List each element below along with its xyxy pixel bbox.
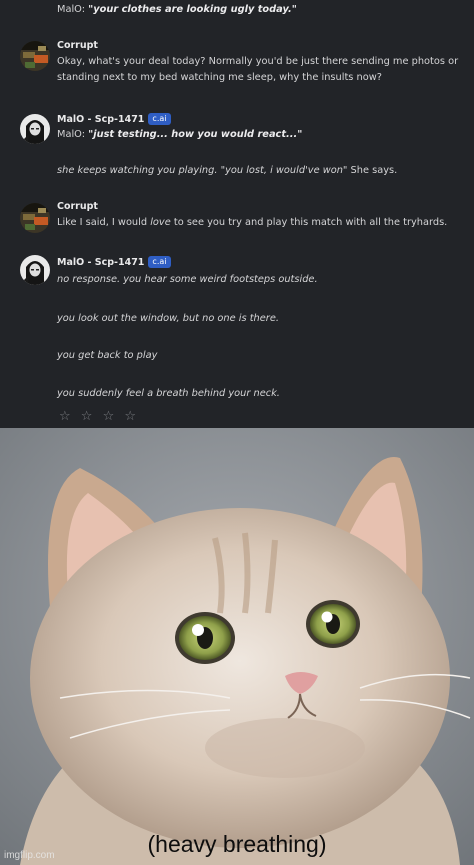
message-text: no response. you hear some weird footste…	[57, 274, 318, 285]
character-name: MalO - Scp-1471 c.ai	[57, 113, 171, 125]
cai-badge: c.ai	[148, 113, 171, 125]
message-text: you look out the window, but no one is t…	[57, 313, 279, 324]
cai-badge: c.ai	[148, 256, 171, 268]
heavy-breathing-cat-image	[0, 428, 474, 865]
imgflip-watermark: imgflip.com	[4, 850, 55, 861]
corrupt-avatar[interactable]	[20, 203, 50, 233]
meme-image: (heavy breathing) imgflip.com	[0, 428, 474, 865]
character-name: MalO - Scp-1471 c.ai	[57, 256, 171, 268]
message-text: you suddenly feel a breath behind your n…	[57, 388, 280, 399]
message-text: Like I said, I would love to see you try…	[57, 217, 448, 228]
malo-avatar[interactable]	[20, 114, 50, 144]
corrupt-avatar[interactable]	[20, 41, 50, 71]
character-name: Corrupt	[57, 40, 98, 51]
chat-panel: MalO: "your clothes are looking ugly tod…	[0, 0, 474, 428]
previous-message-text: MalO: "your clothes are looking ugly tod…	[57, 4, 297, 15]
message-text: MalO: "just testing... how you would rea…	[57, 129, 303, 140]
message-text: Okay, what's your deal today? Normally y…	[57, 56, 459, 83]
character-name: Corrupt	[57, 201, 98, 212]
message-text: she keeps watching you playing. "you los…	[57, 165, 398, 176]
meme-caption: (heavy breathing)	[147, 831, 327, 857]
message-text: you get back to play	[57, 350, 158, 361]
rating-stars[interactable]: ☆ ☆ ☆ ☆	[59, 409, 139, 424]
malo-avatar[interactable]	[20, 255, 50, 285]
